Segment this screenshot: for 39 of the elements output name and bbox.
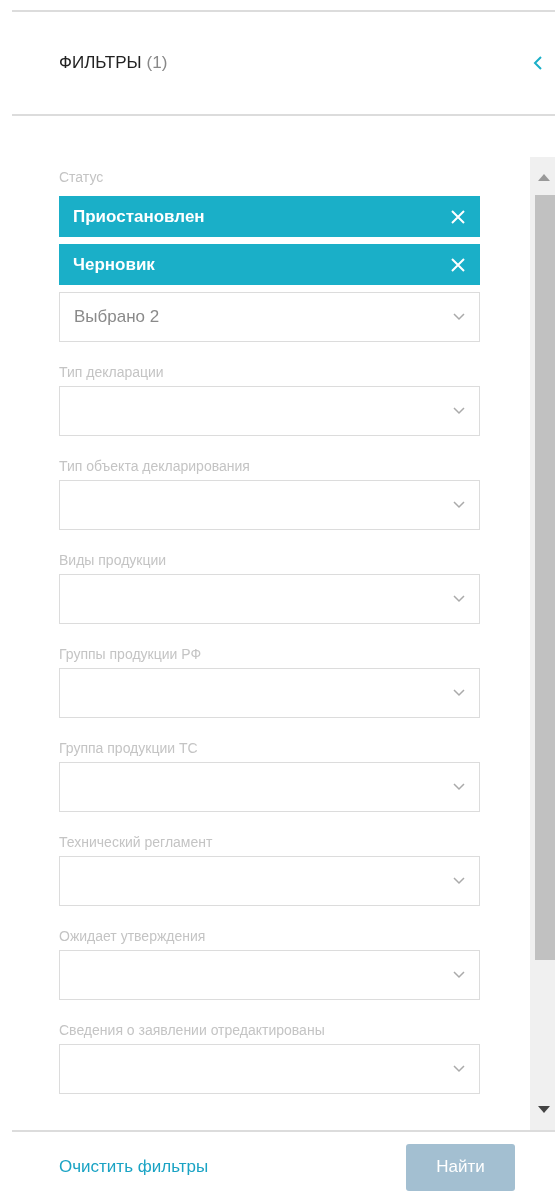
chevron-down-icon xyxy=(453,971,465,979)
field-label: Тип объекта декларирования xyxy=(59,458,251,474)
scroll-up-icon[interactable] xyxy=(538,174,550,181)
field-label: Сведения о заявлении отредактированы xyxy=(59,1022,326,1038)
chevron-down-icon xyxy=(453,313,465,321)
dropdown-field[interactable] xyxy=(59,856,480,906)
status-chip[interactable]: Приостановлен xyxy=(59,196,480,237)
scrollbar[interactable] xyxy=(530,157,555,1130)
scroll-down-icon[interactable] xyxy=(538,1106,550,1113)
field-label: Виды продукции xyxy=(59,552,168,568)
chevron-down-icon xyxy=(453,783,465,791)
status-select[interactable]: Выбрано 2 xyxy=(59,292,480,342)
field-label: Группа продукции ТС xyxy=(59,740,199,756)
chevron-down-icon xyxy=(453,1065,465,1073)
dropdown-field[interactable] xyxy=(59,386,480,436)
dropdown-field[interactable] xyxy=(59,480,480,530)
chevron-down-icon xyxy=(453,501,465,509)
dropdown-field[interactable] xyxy=(59,950,480,1000)
close-icon[interactable] xyxy=(450,256,466,273)
dropdown-field[interactable] xyxy=(59,668,480,718)
dropdown-field[interactable] xyxy=(59,1044,480,1094)
dropdown-field[interactable] xyxy=(59,574,480,624)
chevron-down-icon xyxy=(453,407,465,415)
field-label: Группы продукции РФ xyxy=(59,646,203,662)
scrollbar-thumb[interactable] xyxy=(535,195,555,960)
close-icon[interactable] xyxy=(450,208,466,225)
panel-title: ФИЛЬТРЫ xyxy=(59,53,142,72)
dropdown-field[interactable] xyxy=(59,762,480,812)
filter-count: (1) xyxy=(146,53,168,72)
field-label: Статус xyxy=(59,169,105,185)
field-label: Технический регламент xyxy=(59,834,214,850)
field-label: Ожидает утверждения xyxy=(59,928,207,944)
chevron-down-icon xyxy=(453,877,465,885)
clear-filters-link[interactable]: Очистить фильтры xyxy=(59,1157,209,1177)
collapse-chevron-icon[interactable] xyxy=(533,55,543,71)
field-label: Тип декларации xyxy=(59,364,165,380)
status-chip[interactable]: Черновик xyxy=(59,244,480,285)
chevron-down-icon xyxy=(453,689,465,697)
chevron-down-icon xyxy=(453,595,465,603)
